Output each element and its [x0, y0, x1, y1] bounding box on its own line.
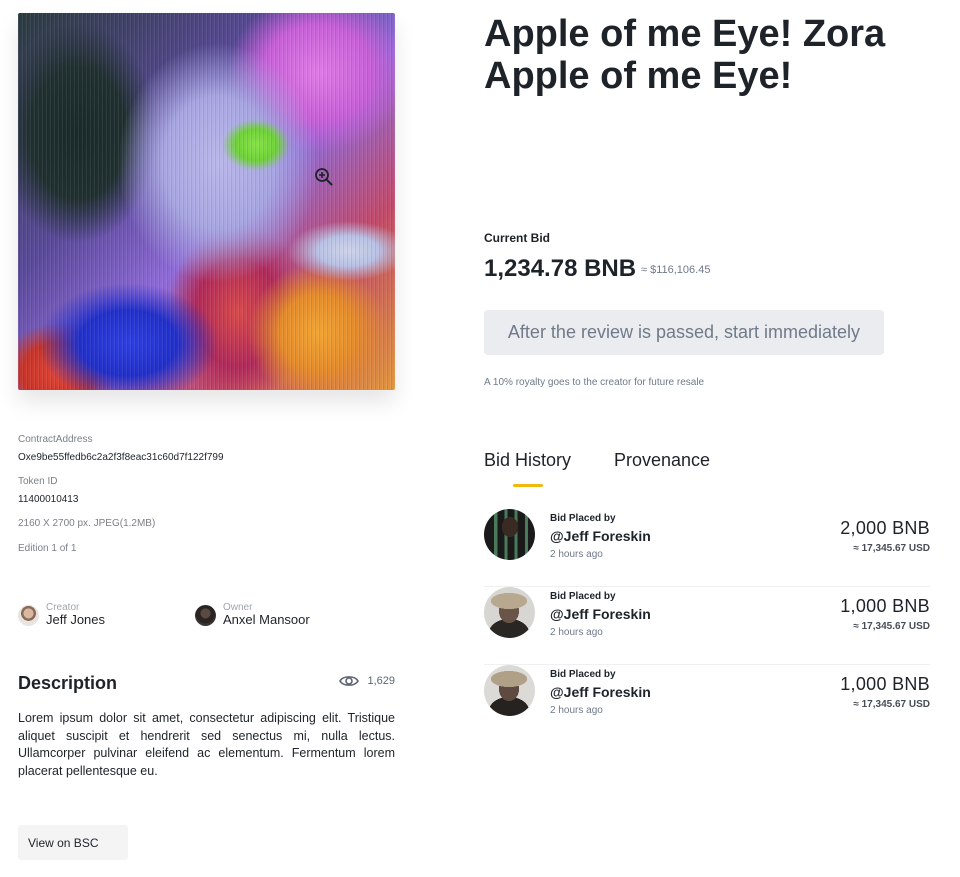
active-tab-indicator	[513, 484, 543, 487]
bidder-avatar	[484, 587, 535, 638]
bid-time: 2 hours ago	[550, 627, 603, 638]
bidder-name[interactable]: @Jeff Foreskin	[550, 606, 651, 622]
bid-placed-label: Bid Placed by	[550, 669, 616, 680]
contract-address-label: ContractAddress	[18, 434, 93, 445]
bid-history-row[interactable]: Bid Placed by @Jeff Foreskin 2 hours ago…	[484, 587, 930, 665]
view-on-bsc-button[interactable]: View on BSC	[18, 825, 128, 860]
bidder-name[interactable]: @Jeff Foreskin	[550, 684, 651, 700]
contract-address-value: Oxe9be55ffedb6c2a2f3f8eac31c60d7f122f799	[18, 452, 224, 463]
owner-avatar	[195, 604, 216, 626]
current-bid-usd: ≈ $116,106.45	[641, 264, 711, 276]
creator-info[interactable]: Creator Jeff Jones	[18, 600, 105, 630]
bid-amount: 1,000 BNB	[840, 596, 930, 616]
view-count-value: 1,629	[367, 675, 395, 687]
token-id-value: 11400010413	[18, 494, 79, 505]
bid-amount: 1,000 BNB	[840, 674, 930, 694]
bid-usd-value: ≈ 17,345.67 USD	[853, 621, 930, 632]
description-title: Description	[18, 673, 118, 693]
bid-time: 2 hours ago	[550, 549, 603, 560]
view-count: 1,629	[339, 674, 395, 688]
bid-placed-label: Bid Placed by	[550, 513, 616, 524]
bid-amount: 2,000 BNB	[840, 518, 930, 538]
bid-placed-label: Bid Placed by	[550, 591, 616, 602]
bidder-name[interactable]: @Jeff Foreskin	[550, 528, 651, 544]
description-body: Lorem ipsum dolor sit amet, consectetur …	[18, 711, 395, 778]
edition-info: Edition 1 of 1	[18, 543, 77, 554]
zoom-in-icon[interactable]	[314, 167, 334, 187]
bidder-avatar	[484, 509, 535, 560]
bid-usd-value: ≈ 17,345.67 USD	[853, 699, 930, 710]
bidder-avatar	[484, 665, 535, 716]
tab-bid-history[interactable]: Bid History	[484, 450, 571, 471]
dimensions-info: 2160 X 2700 px. JPEG(1.2MB)	[18, 518, 156, 529]
current-bid-amount: 1,234.78 BNB	[484, 255, 637, 282]
bid-usd-value: ≈ 17,345.67 USD	[853, 543, 930, 554]
creator-name: Jeff Jones	[46, 612, 106, 628]
nft-title: Apple of me Eye! Zora Apple of me Eye!	[484, 13, 886, 97]
current-bid-label: Current Bid	[484, 231, 550, 245]
bid-history-row[interactable]: Bid Placed by @Jeff Foreskin 2 hours ago…	[484, 509, 930, 587]
bid-history-row[interactable]: Bid Placed by @Jeff Foreskin 2 hours ago…	[484, 665, 930, 743]
review-status-button[interactable]: After the review is passed, start immedi…	[484, 310, 884, 355]
tab-provenance[interactable]: Provenance	[614, 450, 710, 471]
artwork-image[interactable]	[18, 13, 395, 390]
token-id-label: Token ID	[18, 476, 58, 487]
creator-avatar	[18, 604, 39, 626]
royalty-note: A 10% royalty goes to the creator for fu…	[484, 377, 705, 388]
owner-name: Anxel Mansoor	[223, 612, 310, 628]
bid-time: 2 hours ago	[550, 705, 603, 716]
owner-info[interactable]: Owner Anxel Mansoor	[195, 600, 310, 630]
eye-icon	[339, 676, 360, 686]
